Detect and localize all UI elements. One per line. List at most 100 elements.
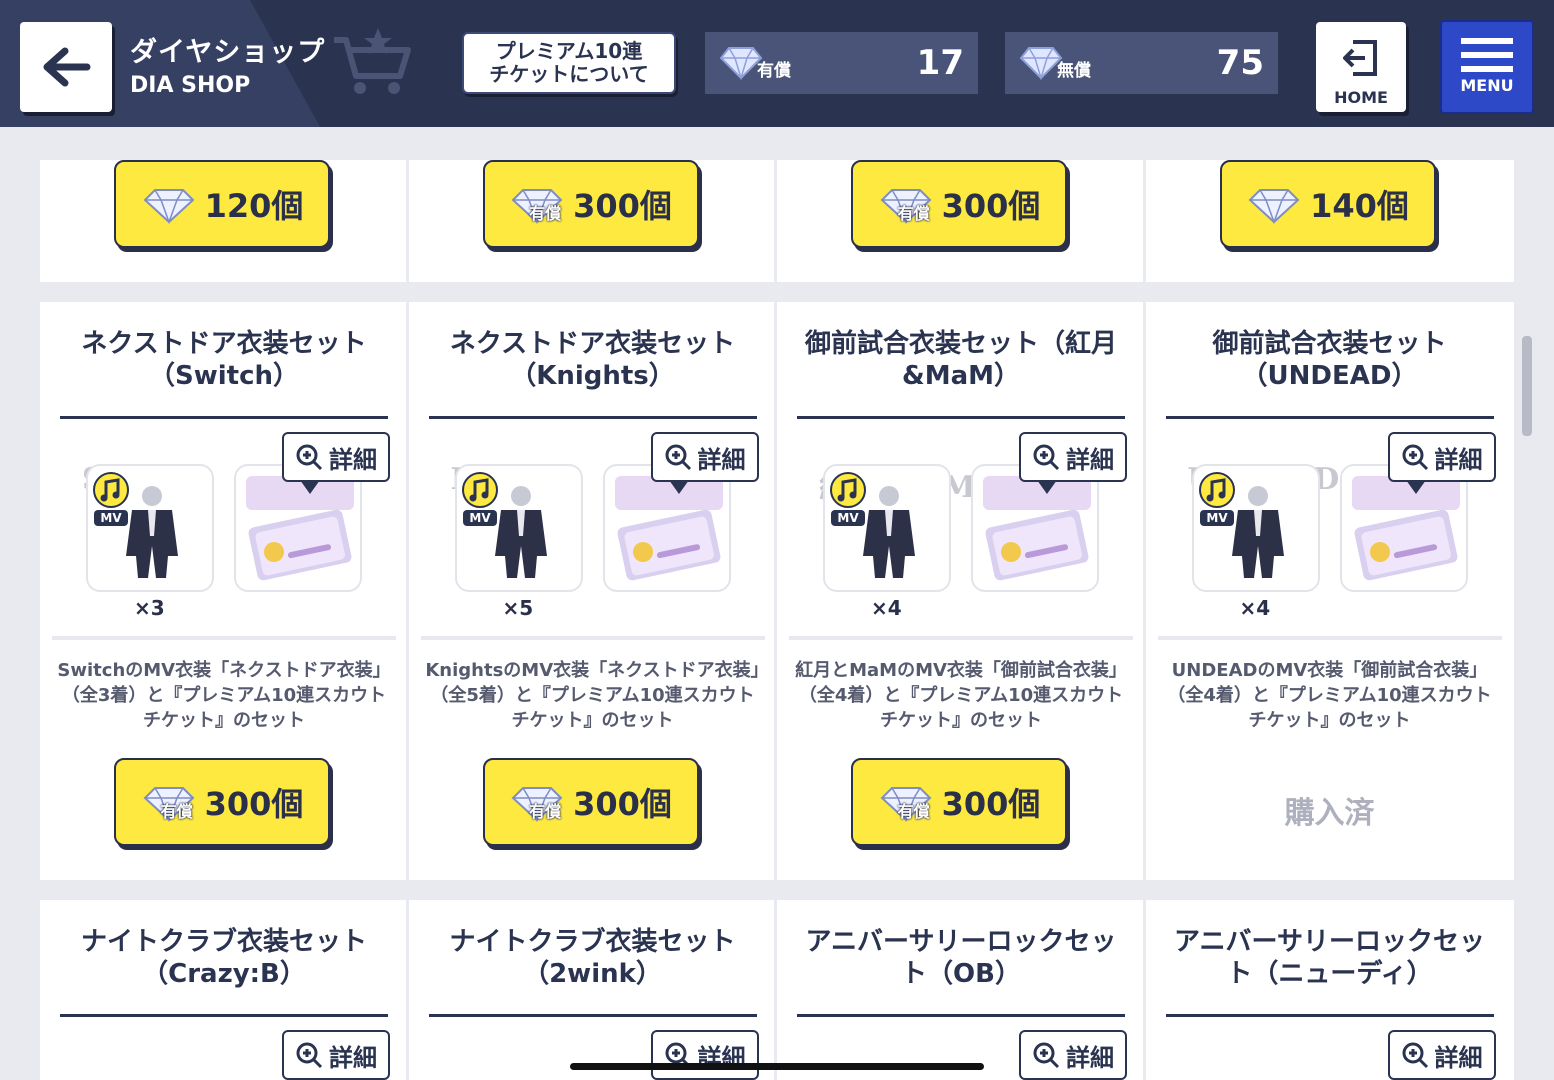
ticket-icon <box>983 476 1091 581</box>
page-subtitle: DIA SHOP <box>130 73 251 98</box>
costume-quantity: ×4 <box>871 596 902 620</box>
paid-badge: 有償 <box>529 204 562 223</box>
card-separator <box>1157 636 1502 640</box>
home-indicator <box>570 1063 984 1070</box>
detail-button[interactable]: 詳細 <box>1019 1030 1127 1080</box>
detail-button[interactable]: 詳細 <box>1387 1030 1496 1080</box>
ticket-icon <box>1351 476 1460 581</box>
title-divider <box>1165 416 1494 419</box>
detail-button[interactable]: 詳細 <box>650 1030 759 1080</box>
exit-icon <box>1343 40 1377 76</box>
ticket-thumbnail[interactable] <box>971 464 1099 592</box>
detail-label: 詳細 <box>697 445 746 474</box>
shop-card: ナイトクラブ衣装セット（Crazy:B） 詳細 <box>40 900 409 1080</box>
buy-button[interactable]: 有償 300個 <box>114 758 330 846</box>
card-description: SwitchのMV衣装「ネクストドア衣装」（全3着）と『プレミアム10連スカウト… <box>57 660 391 731</box>
title-divider <box>428 416 757 419</box>
zoom-in-icon <box>1033 444 1060 471</box>
shop-card: 有償 300個 <box>777 160 1146 282</box>
price-label: 300個 <box>573 785 672 823</box>
title-divider <box>60 416 388 419</box>
buy-button[interactable]: 有償 300個 <box>851 160 1067 248</box>
home-button[interactable]: HOME <box>1316 22 1406 112</box>
ticket-thumbnail[interactable] <box>602 464 731 592</box>
purchased-label: 購入済 <box>1284 796 1375 831</box>
buy-button[interactable]: 120個 <box>114 160 330 248</box>
price-label: 120個 <box>204 187 304 225</box>
zoom-in-icon <box>665 444 691 471</box>
free-label: 無償 <box>1057 60 1091 81</box>
costume-quantity: ×4 <box>1239 596 1271 620</box>
ticket-thumbnail[interactable] <box>1339 464 1468 592</box>
buy-button[interactable]: 140個 <box>1219 160 1436 248</box>
card-title: アニバーサリーロックセット（ニューディ） <box>1174 927 1485 989</box>
paid-badge: 有償 <box>529 802 562 821</box>
shop-card: 140個 <box>1145 160 1514 282</box>
title-divider <box>428 1014 757 1017</box>
svg-text:MV: MV <box>469 511 491 525</box>
shop-card: ネクストドア衣装セット（Switch） Switch MV ×3 <box>40 302 409 880</box>
shop-card: ナイトクラブ衣装セット（2wink） 詳細 <box>408 900 777 1080</box>
premium-ticket-info-button[interactable]: プレミアム10連 チケットについて <box>462 32 676 94</box>
detail-label: 詳細 <box>1434 1043 1483 1072</box>
scrollbar[interactable] <box>1522 336 1532 436</box>
svg-text:MV: MV <box>100 511 122 525</box>
detail-button[interactable]: 詳細 <box>1387 432 1496 494</box>
zoom-in-icon <box>1402 444 1428 471</box>
paid-badge: 有償 <box>897 802 930 821</box>
price-label: 300個 <box>204 785 304 823</box>
detail-label: 詳細 <box>329 1043 377 1072</box>
home-label: HOME <box>1334 88 1388 107</box>
detail-button[interactable]: 詳細 <box>1019 432 1127 494</box>
shop-card: アニバーサリーロックセット（OB） 詳細 <box>777 900 1146 1080</box>
zoom-in-icon <box>296 1042 323 1069</box>
detail-button[interactable]: 詳細 <box>282 1030 390 1080</box>
ticket-thumbnail[interactable] <box>234 464 362 592</box>
card-title: ネクストドア衣装セット（Switch） <box>81 329 367 391</box>
music-note-icon: MV <box>1198 472 1235 526</box>
zoom-in-icon <box>1402 1042 1428 1069</box>
arrow-left-icon <box>43 47 91 87</box>
card-description: 紅月とMaMのMV衣装「御前試合衣装」（全4着）と『プレミアム10連スカウトチケ… <box>795 660 1127 731</box>
detail-label: 詳細 <box>329 445 377 474</box>
paid-label: 有償 <box>757 60 791 81</box>
card-title: ナイトクラブ衣装セット（Crazy:B） <box>80 927 367 989</box>
diamond-icon <box>1248 189 1300 224</box>
card-title: 御前試合衣装セット（紅月&MaM） <box>804 329 1117 391</box>
page-title: ダイヤショップ <box>130 37 326 68</box>
price-label: 300個 <box>941 187 1041 225</box>
card-separator <box>420 636 765 640</box>
price-label: 140個 <box>1310 187 1409 225</box>
paid-badge: 有償 <box>160 802 193 821</box>
shop-list[interactable]: 120個 有償 300個 有償 300個 140個 ネクストドア衣装セット（Sw… <box>40 160 1514 1080</box>
detail-button[interactable]: 詳細 <box>282 432 390 494</box>
costume-quantity: ×5 <box>502 596 534 620</box>
svg-text:MV: MV <box>837 511 859 525</box>
card-description: KnightsのMV衣装「ネクストドア衣装」（全5着）と『プレミアム10連スカウ… <box>425 660 760 731</box>
menu-button[interactable]: MENU <box>1440 20 1534 114</box>
diamond-icon <box>143 189 195 224</box>
detail-label: 詳細 <box>1066 1043 1114 1072</box>
shop-row: ネクストドア衣装セット（Switch） Switch MV ×3 <box>40 302 1514 880</box>
ticket-button-line2: チケットについて <box>489 62 649 86</box>
detail-button[interactable]: 詳細 <box>650 432 759 494</box>
buy-button[interactable]: 有償 300個 <box>482 758 699 846</box>
title-divider <box>60 1014 388 1017</box>
shop-row: 120個 有償 300個 有償 300個 140個 <box>40 160 1514 282</box>
back-button[interactable] <box>20 22 112 112</box>
title-divider <box>797 1014 1125 1017</box>
buy-button[interactable]: 有償 300個 <box>482 160 699 248</box>
shop-card: 御前試合衣装セット（UNDEAD） UNDEAD MV ×4 <box>1145 302 1514 880</box>
buy-button[interactable]: 有償 300個 <box>851 758 1067 846</box>
shop-card: 120個 <box>40 160 409 282</box>
music-note-icon: MV <box>461 472 498 526</box>
top-bar: ダイヤショップ DIA SHOP プレミアム10連 チケットについて 有償 17… <box>0 0 1554 127</box>
costume-quantity: ×3 <box>134 596 165 620</box>
paid-badge: 有償 <box>897 204 930 223</box>
ticket-button-line1: プレミアム10連 <box>495 39 643 63</box>
shop-card: アニバーサリーロックセット（ニューディ） 詳細 <box>1145 900 1514 1080</box>
menu-label: MENU <box>1460 76 1514 95</box>
card-title: ナイトクラブ衣装セット（2wink） <box>449 927 736 989</box>
card-description: UNDEADのMV衣装「御前試合衣装」（全4着）と『プレミアム10連スカウトチケ… <box>1167 660 1492 731</box>
card-separator <box>789 636 1133 640</box>
